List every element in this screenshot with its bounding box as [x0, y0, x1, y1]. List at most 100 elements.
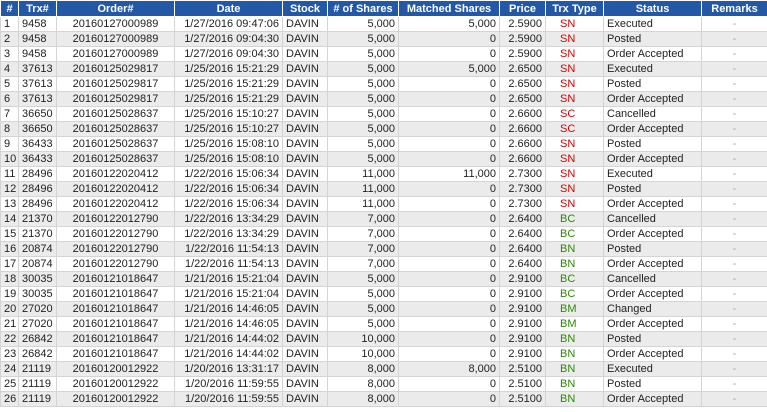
status-cell: Executed — [603, 361, 702, 377]
table-row[interactable]: 15 21370 20160122012790 1/22/2016 13:34:29 D… — [0, 226, 767, 242]
trx-number: 36650 — [18, 106, 57, 122]
trx-number: 21370 — [18, 211, 57, 227]
shares-cell: 5,000 — [327, 316, 399, 332]
table-row[interactable]: 18 30035 20160121018647 1/21/2016 15:21:04 D… — [0, 271, 767, 287]
col-header-shares[interactable]: # of Shares — [327, 0, 399, 17]
table-row[interactable]: 17 20874 20160122012790 1/22/2016 11:54:13 D… — [0, 256, 767, 272]
matched-shares-cell: 0 — [398, 226, 500, 242]
remarks-cell: - — [701, 271, 767, 287]
shares-cell: 5,000 — [327, 301, 399, 317]
table-row[interactable]: 10 36433 20160125028637 1/25/2016 15:08:10 D… — [0, 151, 767, 167]
price-cell: 2.7300 — [499, 196, 546, 212]
table-row[interactable]: 7 36650 20160125028637 1/25/2016 15:10:27 DA… — [0, 106, 767, 122]
remarks-cell: - — [701, 181, 767, 197]
date-cell: 1/21/2016 14:46:05 — [174, 301, 283, 317]
col-header-order[interactable]: Order# — [56, 0, 175, 17]
matched-shares-cell: 0 — [398, 76, 500, 92]
table-row[interactable]: 23 26842 20160121018647 1/21/2016 14:44:02 D… — [0, 346, 767, 362]
stock-cell: DAVIN — [282, 166, 328, 182]
trx-type-cell: SN — [545, 136, 604, 152]
col-header-date[interactable]: Date — [174, 0, 283, 17]
table-row[interactable]: 9 36433 20160125028637 1/25/2016 15:08:10 DA… — [0, 136, 767, 152]
matched-shares-cell: 0 — [398, 301, 500, 317]
table-row[interactable]: 21 27020 20160121018647 1/21/2016 14:46:05 D… — [0, 316, 767, 332]
trx-number: 20874 — [18, 241, 57, 257]
table-row[interactable]: 12 28496 20160122020412 1/22/2016 15:06:34 D… — [0, 181, 767, 197]
col-header-trx-type[interactable]: Trx Type — [545, 0, 604, 17]
status-cell: Order Accepted — [603, 391, 702, 407]
status-cell: Posted — [603, 181, 702, 197]
price-cell: 2.6500 — [499, 91, 546, 107]
table-row[interactable]: 25 21119 20160120012922 1/20/2016 11:59:55 D… — [0, 376, 767, 392]
table-row[interactable]: 14 21370 20160122012790 1/22/2016 13:34:29 D… — [0, 211, 767, 227]
matched-shares-cell: 0 — [398, 196, 500, 212]
price-cell: 2.6600 — [499, 151, 546, 167]
table-row[interactable]: 22 26842 20160121018647 1/21/2016 14:44:02 D… — [0, 331, 767, 347]
shares-cell: 10,000 — [327, 331, 399, 347]
table-row[interactable]: 24 21119 20160120012922 1/20/2016 13:31:17 D… — [0, 361, 767, 377]
table-row[interactable]: 20 27020 20160121018647 1/21/2016 14:46:05 D… — [0, 301, 767, 317]
col-header-number[interactable]: # — [0, 0, 19, 17]
date-cell: 1/27/2016 09:04:30 — [174, 31, 283, 47]
matched-shares-cell: 0 — [398, 331, 500, 347]
stock-cell: DAVIN — [282, 181, 328, 197]
row-number: 22 — [0, 331, 19, 347]
col-header-trx[interactable]: Trx# — [18, 0, 57, 17]
order-number: 20160122020412 — [56, 166, 175, 182]
table-row[interactable]: 8 36650 20160125028637 1/25/2016 15:10:27 DA… — [0, 121, 767, 137]
table-row[interactable]: 26 21119 20160120012922 1/20/2016 11:59:55 D… — [0, 391, 767, 407]
trx-number: 27020 — [18, 301, 57, 317]
matched-shares-cell: 8,000 — [398, 361, 500, 377]
remarks-cell: - — [701, 91, 767, 107]
price-cell: 2.6600 — [499, 121, 546, 137]
table-row[interactable]: 1 9458 20160127000989 1/27/2016 09:47:06 DAV… — [0, 16, 767, 32]
matched-shares-cell: 0 — [398, 106, 500, 122]
price-cell: 2.9100 — [499, 286, 546, 302]
table-row[interactable]: 3 9458 20160127000989 1/27/2016 09:04:30 DAV… — [0, 46, 767, 62]
table-row[interactable]: 11 28496 20160122020412 1/22/2016 15:06:34 D… — [0, 166, 767, 182]
table-row[interactable]: 4 37613 20160125029817 1/25/2016 15:21:29 DA… — [0, 61, 767, 77]
table-row[interactable]: 2 9458 20160127000989 1/27/2016 09:04:30 DAV… — [0, 31, 767, 47]
shares-cell: 8,000 — [327, 376, 399, 392]
header-row: # Trx# Order# Date Stock # of Shares Mat… — [0, 0, 767, 17]
status-cell: Executed — [603, 16, 702, 32]
col-header-status[interactable]: Status — [603, 0, 702, 17]
table-row[interactable]: 13 28496 20160122020412 1/22/2016 15:06:34 D… — [0, 196, 767, 212]
date-cell: 1/22/2016 15:06:34 — [174, 196, 283, 212]
trx-number: 26842 — [18, 331, 57, 347]
status-cell: Posted — [603, 376, 702, 392]
col-header-remarks[interactable]: Remarks — [701, 0, 767, 17]
price-cell: 2.9100 — [499, 331, 546, 347]
trx-number: 9458 — [18, 16, 57, 32]
trx-number: 21119 — [18, 376, 57, 392]
col-header-stock[interactable]: Stock — [282, 0, 328, 17]
stock-cell: DAVIN — [282, 106, 328, 122]
order-number: 20160120012922 — [56, 361, 175, 377]
trx-number: 28496 — [18, 196, 57, 212]
date-cell: 1/27/2016 09:47:06 — [174, 16, 283, 32]
price-cell: 2.5100 — [499, 361, 546, 377]
shares-cell: 5,000 — [327, 151, 399, 167]
status-cell: Posted — [603, 136, 702, 152]
shares-cell: 7,000 — [327, 256, 399, 272]
stock-cell: DAVIN — [282, 211, 328, 227]
stock-cell: DAVIN — [282, 316, 328, 332]
order-number: 20160125029817 — [56, 91, 175, 107]
status-cell: Order Accepted — [603, 286, 702, 302]
table-row[interactable]: 19 30035 20160121018647 1/21/2016 15:21:04 D… — [0, 286, 767, 302]
matched-shares-cell: 0 — [398, 271, 500, 287]
remarks-cell: - — [701, 61, 767, 77]
matched-shares-cell: 0 — [398, 391, 500, 407]
order-number: 20160127000989 — [56, 16, 175, 32]
stock-cell: DAVIN — [282, 31, 328, 47]
table-row[interactable]: 6 37613 20160125029817 1/25/2016 15:21:29 DA… — [0, 91, 767, 107]
table-row[interactable]: 5 37613 20160125029817 1/25/2016 15:21:29 DA… — [0, 76, 767, 92]
order-number: 20160127000989 — [56, 46, 175, 62]
table-row[interactable]: 16 20874 20160122012790 1/22/2016 11:54:13 D… — [0, 241, 767, 257]
col-header-price[interactable]: Price — [499, 0, 546, 17]
order-number: 20160121018647 — [56, 286, 175, 302]
matched-shares-cell: 0 — [398, 376, 500, 392]
col-header-matched-shares[interactable]: Matched Shares — [398, 0, 500, 17]
order-number: 20160120012922 — [56, 376, 175, 392]
order-number: 20160122012790 — [56, 241, 175, 257]
